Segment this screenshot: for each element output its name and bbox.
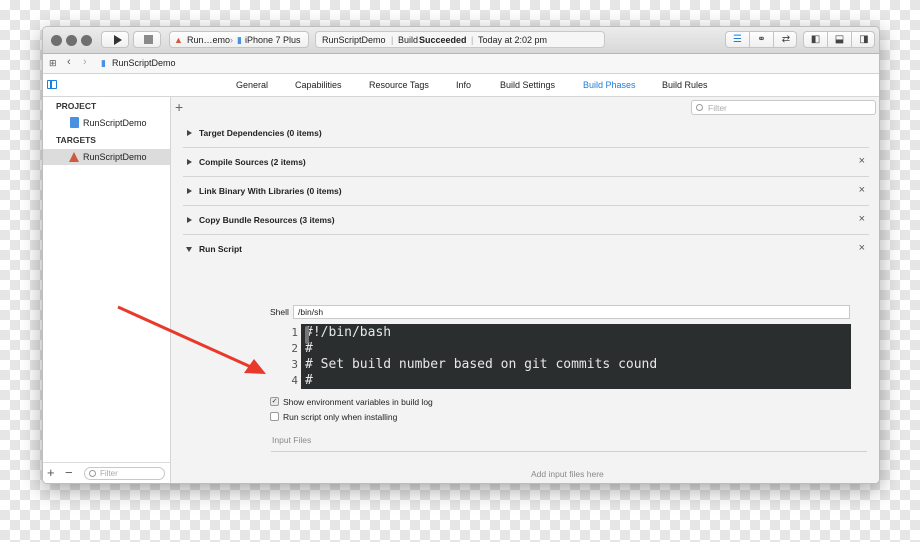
annotation-arrow: [117, 305, 266, 374]
arrow-shaft: [117, 305, 252, 369]
